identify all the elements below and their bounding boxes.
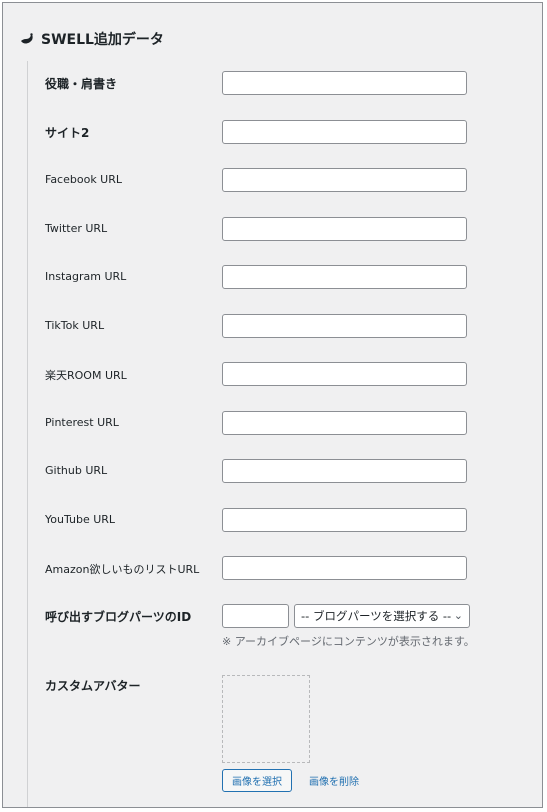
field-label: 呼び出すブログパーツのID	[45, 610, 192, 624]
field-label: Instagram URL	[45, 270, 127, 283]
field-label: 役職・肩書き	[45, 77, 118, 91]
field-label: YouTube URL	[45, 513, 116, 526]
delete-image-button[interactable]: 画像を削除	[309, 769, 359, 792]
field-label: カスタムアバター	[45, 679, 141, 693]
youtube-url-input[interactable]	[222, 508, 467, 532]
field-label: TikTok URL	[45, 319, 105, 332]
blog-parts-select-value: -- ブログパーツを選択する --	[301, 609, 452, 623]
amazon-wishlist-url-input[interactable]	[222, 556, 467, 580]
field-label: Github URL	[45, 464, 108, 477]
swell-extra-data-panel: SWELL追加データ 役職・肩書き サイト2 Facebook URL Twit…	[2, 2, 543, 808]
section-divider	[27, 61, 28, 807]
chevron-down-icon: ⌄	[453, 609, 463, 622]
blog-parts-select[interactable]: -- ブログパーツを選択する -- ⌄	[294, 604, 470, 628]
blog-parts-id-input[interactable]	[222, 604, 289, 628]
field-label: Pinterest URL	[45, 416, 119, 429]
site2-input[interactable]	[222, 120, 467, 144]
avatar-preview	[222, 675, 310, 763]
section-header: SWELL追加データ	[19, 27, 164, 51]
rakuten-room-url-input[interactable]	[222, 362, 467, 386]
field-label: サイト2	[45, 126, 90, 140]
blog-parts-note: ※ アーカイブページにコンテンツが表示されます。	[222, 635, 475, 648]
instagram-url-input[interactable]	[222, 265, 467, 289]
field-label: Amazon欲しいものリストURL	[45, 563, 200, 576]
swell-bird-icon	[19, 31, 35, 47]
field-label: 楽天ROOM URL	[45, 369, 127, 382]
github-url-input[interactable]	[222, 459, 467, 483]
twitter-url-input[interactable]	[222, 217, 467, 241]
tiktok-url-input[interactable]	[222, 314, 467, 338]
section-title: SWELL追加データ	[41, 32, 164, 48]
field-label: Facebook URL	[45, 173, 123, 186]
field-label: Twitter URL	[45, 222, 108, 235]
job-title-input[interactable]	[222, 71, 467, 95]
select-image-button[interactable]: 画像を選択	[222, 769, 292, 792]
pinterest-url-input[interactable]	[222, 411, 467, 435]
facebook-url-input[interactable]	[222, 168, 467, 192]
